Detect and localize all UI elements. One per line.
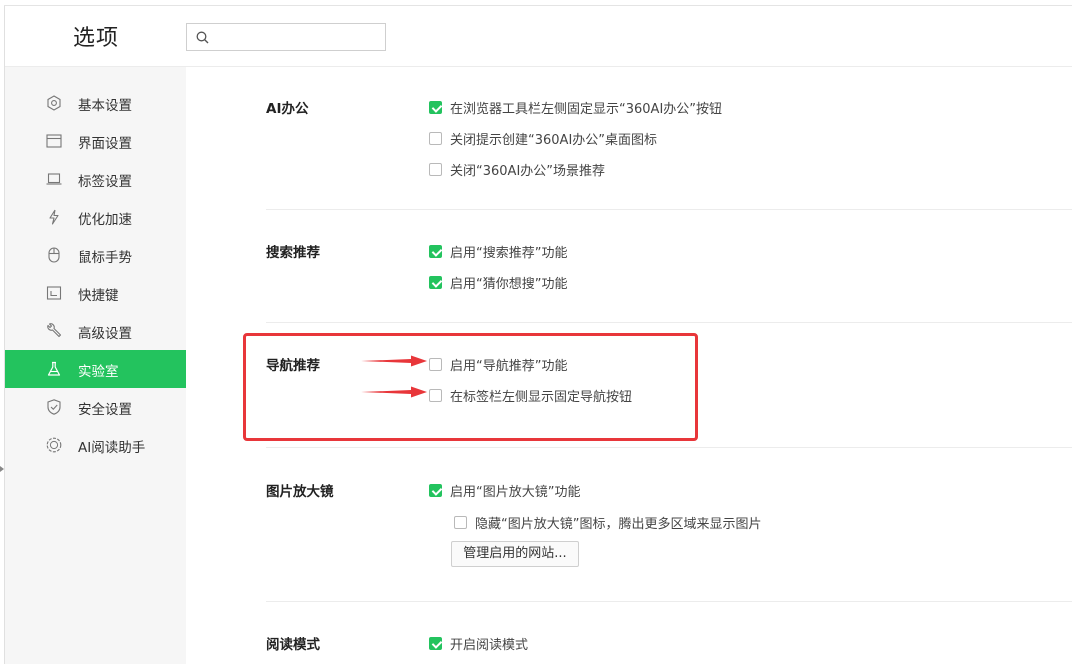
sidebar-item-shortcuts[interactable]: 快捷键 [5,274,186,312]
sidebar-item-ai-reader[interactable]: AI阅读助手 [5,426,186,464]
lightning-icon [49,209,59,225]
section-divider [266,601,1072,602]
sidebar-item-label: 基本设置 [78,98,132,114]
search-icon [196,31,209,44]
sidebar-item-label: 界面设置 [78,136,132,152]
option-label: 启用“搜索推荐”功能 [450,246,568,261]
sidebar-item-lab[interactable]: 实验室 [5,350,186,388]
sidebar-item-optimize[interactable]: 优化加速 [5,198,186,236]
option-label: 启用“猜你想搜”功能 [450,277,568,292]
option-label: 启用“图片放大镜”功能 [450,485,581,500]
option-ai-toolbar-button[interactable]: 在浏览器工具栏左侧固定显示“360AI办公”按钮 [429,98,722,117]
checkbox[interactable] [429,163,442,176]
sidebar-item-label: 快捷键 [78,288,119,304]
option-guess-search[interactable]: 启用“猜你想搜”功能 [429,273,567,292]
section-title-reading-mode: 阅读模式 [266,637,320,653]
checkbox[interactable] [429,132,442,145]
shield-icon [47,399,61,415]
option-ai-scene-recommend[interactable]: 关闭“360AI办公”场景推荐 [429,160,605,179]
search-box[interactable] [186,23,386,51]
checkbox[interactable] [429,637,442,650]
checkbox[interactable] [429,101,442,114]
window-icon [46,134,62,148]
expand-arrow-icon[interactable] [0,466,4,472]
keyboard-icon [46,286,62,300]
option-label: 开启阅读模式 [450,638,529,653]
checkbox[interactable] [429,484,442,497]
page-title: 选项 [73,26,120,51]
sidebar-item-label: AI阅读助手 [78,440,146,456]
sidebar-item-label: 标签设置 [78,174,132,190]
section-title-search-recommend: 搜索推荐 [266,245,320,261]
section-title-image-magnifier: 图片放大镜 [266,484,334,500]
gear-icon [47,95,61,111]
search-input[interactable] [215,27,381,47]
manage-sites-button[interactable]: 管理启用的网站... [451,541,579,567]
sidebar-item-advanced[interactable]: 高级设置 [5,312,186,350]
section-divider [266,209,1072,210]
sidebar: 基本设置 界面设置 标签设置 优化加速 鼠标手势 快捷键 高级设置 实验室 安全… [5,67,186,664]
sidebar-item-label: 高级设置 [78,326,132,342]
ai-icon [46,437,62,453]
sidebar-item-label: 鼠标手势 [78,250,132,266]
option-label: 在浏览器工具栏左侧固定显示“360AI办公”按钮 [450,102,723,117]
section-divider [266,322,1072,323]
checkbox[interactable] [429,245,442,258]
option-search-recommend[interactable]: 启用“搜索推荐”功能 [429,242,567,261]
sidebar-item-tabs[interactable]: 标签设置 [5,160,186,198]
highlight-box [243,333,698,441]
option-image-magnifier[interactable]: 启用“图片放大镜”功能 [429,481,580,500]
settings-content: AI办公 在浏览器工具栏左侧固定显示“360AI办公”按钮 关闭提示创建“360… [186,67,1072,664]
flask-icon [47,361,61,376]
option-label: 隐藏“图片放大镜”图标，腾出更多区域来显示图片 [475,517,762,532]
option-reading-mode[interactable]: 开启阅读模式 [429,634,528,653]
sidebar-item-label: 优化加速 [78,212,132,228]
sidebar-item-security[interactable]: 安全设置 [5,388,186,426]
checkbox[interactable] [454,516,467,529]
arrow-icon [361,386,427,398]
header: 选项 [5,6,1072,67]
sidebar-item-mouse[interactable]: 鼠标手势 [5,236,186,274]
sidebar-item-label: 安全设置 [78,402,132,418]
option-label: 关闭提示创建“360AI办公”桌面图标 [450,133,658,148]
mouse-icon [48,247,60,263]
tab-icon [46,173,62,185]
section-divider [266,447,1072,448]
sidebar-item-label: 实验室 [78,364,119,380]
wrench-icon [47,323,62,338]
option-label: 关闭“360AI办公”场景推荐 [450,164,606,179]
sidebar-item-basic[interactable]: 基本设置 [5,84,186,122]
option-ai-desktop-icon[interactable]: 关闭提示创建“360AI办公”桌面图标 [429,129,657,148]
checkbox[interactable] [429,276,442,289]
sidebar-item-interface[interactable]: 界面设置 [5,122,186,160]
option-hide-magnifier-icon[interactable]: 隐藏“图片放大镜”图标，腾出更多区域来显示图片 [454,513,761,532]
section-title-ai-office: AI办公 [266,101,309,117]
arrow-icon [361,355,427,367]
